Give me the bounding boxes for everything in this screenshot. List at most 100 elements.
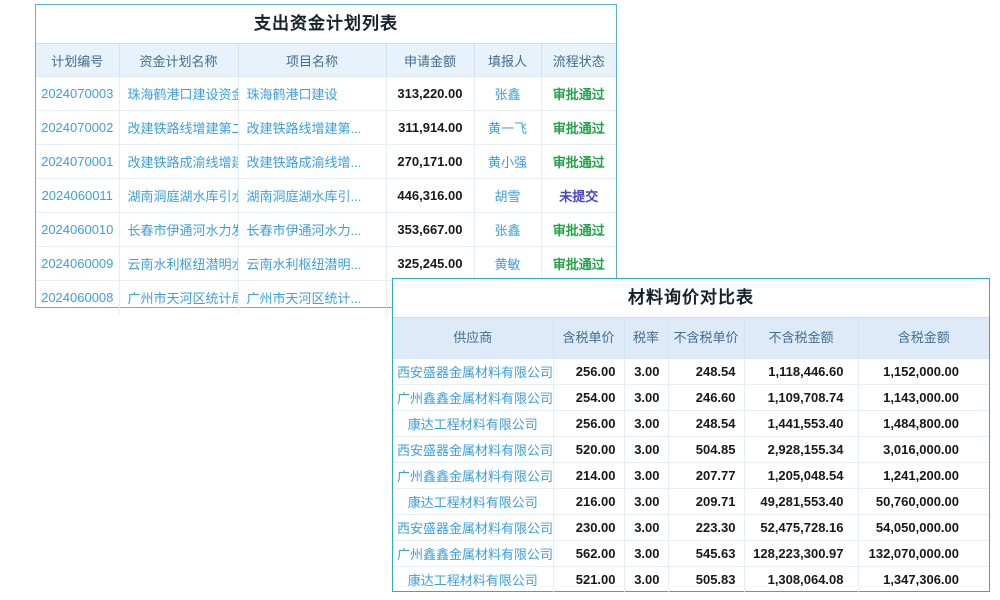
material-inquiry-tax_amount-cell: 132,070,000.00 xyxy=(858,541,989,567)
material-inquiry-net_price-cell: 223.30 xyxy=(668,515,744,541)
material-inquiry-tax_rate-cell: 3.00 xyxy=(624,463,668,489)
table-row: 2024060010长春市伊通河水力发...长春市伊通河水力...353,667… xyxy=(36,213,616,247)
material-inquiry-panel-title: 材料询价对比表 xyxy=(393,279,989,317)
expense-plan-amount-cell: 353,667.00 xyxy=(386,213,474,247)
material-inquiry-supplier-cell[interactable]: 康达工程材料有限公司 xyxy=(393,489,553,515)
expense-plan-amount-cell: 270,171.00 xyxy=(386,145,474,179)
expense-plan-project_name-cell[interactable]: 改建铁路线增建第... xyxy=(238,111,386,145)
table-row: 西安盛器金属材料有限公司520.003.00504.852,928,155.34… xyxy=(393,437,989,463)
expense-plan-plan_no-cell[interactable]: 2024060011 xyxy=(36,179,119,213)
table-row: 西安盛器金属材料有限公司230.003.00223.3052,475,728.1… xyxy=(393,515,989,541)
material-inquiry-net_amount-cell: 1,441,553.40 xyxy=(744,411,858,437)
column-header: 流程状态 xyxy=(541,44,616,77)
material-inquiry-tax_amount-cell: 1,143,000.00 xyxy=(858,385,989,411)
material-inquiry-net_price-cell: 248.54 xyxy=(668,359,744,385)
expense-plan-fund_plan_name-cell[interactable]: 湖南洞庭湖水库引水... xyxy=(119,179,238,213)
material-inquiry-supplier-cell[interactable]: 康达工程材料有限公司 xyxy=(393,567,553,593)
column-header: 税率 xyxy=(624,318,668,359)
expense-plan-reporter-cell[interactable]: 黄一飞 xyxy=(474,111,541,145)
material-inquiry-net_price-cell: 504.85 xyxy=(668,437,744,463)
material-inquiry-net_amount-cell: 1,109,708.74 xyxy=(744,385,858,411)
expense-plan-plan_no-cell[interactable]: 2024060010 xyxy=(36,213,119,247)
expense-plan-project_name-cell[interactable]: 云南水利枢纽潜明... xyxy=(238,247,386,281)
expense-plan-plan_no-cell[interactable]: 2024060009 xyxy=(36,247,119,281)
material-inquiry-tax_price-cell: 256.00 xyxy=(553,359,624,385)
table-row: 广州鑫鑫金属材料有限公司562.003.00545.63128,223,300.… xyxy=(393,541,989,567)
expense-plan-fund_plan_name-cell[interactable]: 长春市伊通河水力发... xyxy=(119,213,238,247)
expense-plan-amount-cell: 313,220.00 xyxy=(386,77,474,111)
expense-plan-reporter-cell[interactable]: 胡雪 xyxy=(474,179,541,213)
expense-plan-plan_no-cell[interactable]: 2024070002 xyxy=(36,111,119,145)
expense-plan-project_name-cell[interactable]: 湖南洞庭湖水库引... xyxy=(238,179,386,213)
material-inquiry-supplier-cell[interactable]: 广州鑫鑫金属材料有限公司 xyxy=(393,463,553,489)
expense-plan-amount-cell: 311,914.00 xyxy=(386,111,474,145)
material-inquiry-supplier-cell[interactable]: 广州鑫鑫金属材料有限公司 xyxy=(393,541,553,567)
material-inquiry-tax_amount-cell: 1,152,000.00 xyxy=(858,359,989,385)
expense-plan-plan_no-cell[interactable]: 2024070003 xyxy=(36,77,119,111)
column-header: 不含税金额 xyxy=(744,318,858,359)
expense-plan-header-row: 计划编号资金计划名称项目名称申请金额填报人流程状态 xyxy=(36,44,616,77)
material-inquiry-tax_price-cell: 256.00 xyxy=(553,411,624,437)
table-row: 西安盛器金属材料有限公司256.003.00248.541,118,446.60… xyxy=(393,359,989,385)
expense-plan-reporter-cell[interactable]: 张鑫 xyxy=(474,213,541,247)
material-inquiry-tax_amount-cell: 1,241,200.00 xyxy=(858,463,989,489)
expense-plan-plan_no-cell[interactable]: 2024060008 xyxy=(36,281,119,315)
expense-plan-status-cell[interactable]: 审批通过 xyxy=(541,145,616,179)
expense-plan-fund_plan_name-cell[interactable]: 广州市天河区统计局... xyxy=(119,281,238,315)
expense-plan-status-cell[interactable]: 审批通过 xyxy=(541,111,616,145)
table-row: 2024070001改建铁路成渝线增建...改建铁路成渝线增...270,171… xyxy=(36,145,616,179)
material-inquiry-supplier-cell[interactable]: 西安盛器金属材料有限公司 xyxy=(393,437,553,463)
expense-plan-panel-title: 支出资金计划列表 xyxy=(36,5,616,43)
material-inquiry-tax_price-cell: 254.00 xyxy=(553,385,624,411)
expense-plan-reporter-cell[interactable]: 黄小强 xyxy=(474,145,541,179)
column-header: 资金计划名称 xyxy=(119,44,238,77)
material-inquiry-net_price-cell: 545.63 xyxy=(668,541,744,567)
expense-plan-fund_plan_name-cell[interactable]: 改建铁路成渝线增建... xyxy=(119,145,238,179)
material-inquiry-header-row: 供应商含税单价税率不含税单价不含税金额含税金额 xyxy=(393,318,989,359)
expense-plan-fund_plan_name-cell[interactable]: 云南水利枢纽潜明水... xyxy=(119,247,238,281)
expense-plan-project_name-cell[interactable]: 广州市天河区统计... xyxy=(238,281,386,315)
material-inquiry-tax_price-cell: 216.00 xyxy=(553,489,624,515)
material-inquiry-supplier-cell[interactable]: 西安盛器金属材料有限公司 xyxy=(393,515,553,541)
expense-plan-status-cell[interactable]: 审批通过 xyxy=(541,77,616,111)
expense-plan-amount-cell: 325,245.00 xyxy=(386,247,474,281)
material-inquiry-tax_price-cell: 521.00 xyxy=(553,567,624,593)
material-inquiry-net_price-cell: 246.60 xyxy=(668,385,744,411)
material-inquiry-tax_rate-cell: 3.00 xyxy=(624,385,668,411)
material-inquiry-net_amount-cell: 1,118,446.60 xyxy=(744,359,858,385)
expense-plan-plan_no-cell[interactable]: 2024070001 xyxy=(36,145,119,179)
expense-plan-status-cell[interactable]: 审批通过 xyxy=(541,213,616,247)
material-inquiry-net_amount-cell: 2,928,155.34 xyxy=(744,437,858,463)
material-inquiry-tax_price-cell: 562.00 xyxy=(553,541,624,567)
column-header: 含税单价 xyxy=(553,318,624,359)
material-inquiry-tax_rate-cell: 3.00 xyxy=(624,437,668,463)
material-inquiry-table: 供应商含税单价税率不含税单价不含税金额含税金额 西安盛器金属材料有限公司256.… xyxy=(393,317,989,592)
table-row: 2024070002改建铁路线增建第二...改建铁路线增建第...311,914… xyxy=(36,111,616,145)
expense-plan-fund_plan_name-cell[interactable]: 改建铁路线增建第二... xyxy=(119,111,238,145)
column-header: 含税金额 xyxy=(858,318,989,359)
expense-plan-project_name-cell[interactable]: 长春市伊通河水力... xyxy=(238,213,386,247)
material-inquiry-tax_amount-cell: 1,347,306.00 xyxy=(858,567,989,593)
table-row: 2024070003珠海鹤港口建设资金...珠海鹤港口建设313,220.00张… xyxy=(36,77,616,111)
expense-plan-project_name-cell[interactable]: 珠海鹤港口建设 xyxy=(238,77,386,111)
expense-plan-fund_plan_name-cell[interactable]: 珠海鹤港口建设资金... xyxy=(119,77,238,111)
material-inquiry-net_amount-cell: 52,475,728.16 xyxy=(744,515,858,541)
table-row: 2024060009云南水利枢纽潜明水...云南水利枢纽潜明...325,245… xyxy=(36,247,616,281)
material-inquiry-panel: 材料询价对比表 供应商含税单价税率不含税单价不含税金额含税金额 西安盛器金属材料… xyxy=(392,278,990,592)
expense-plan-panel: 支出资金计划列表 计划编号资金计划名称项目名称申请金额填报人流程状态 20240… xyxy=(35,4,617,308)
material-inquiry-tax_amount-cell: 3,016,000.00 xyxy=(858,437,989,463)
table-row: 广州鑫鑫金属材料有限公司254.003.00246.601,109,708.74… xyxy=(393,385,989,411)
expense-plan-project_name-cell[interactable]: 改建铁路成渝线增... xyxy=(238,145,386,179)
expense-plan-status-cell[interactable]: 审批通过 xyxy=(541,247,616,281)
material-inquiry-supplier-cell[interactable]: 广州鑫鑫金属材料有限公司 xyxy=(393,385,553,411)
material-inquiry-tax_rate-cell: 3.00 xyxy=(624,411,668,437)
material-inquiry-tax_amount-cell: 1,484,800.00 xyxy=(858,411,989,437)
column-header: 申请金额 xyxy=(386,44,474,77)
expense-plan-reporter-cell[interactable]: 黄敏 xyxy=(474,247,541,281)
material-inquiry-net_price-cell: 207.77 xyxy=(668,463,744,489)
material-inquiry-supplier-cell[interactable]: 康达工程材料有限公司 xyxy=(393,411,553,437)
expense-plan-status-cell[interactable]: 未提交 xyxy=(541,179,616,213)
expense-plan-reporter-cell[interactable]: 张鑫 xyxy=(474,77,541,111)
material-inquiry-supplier-cell[interactable]: 西安盛器金属材料有限公司 xyxy=(393,359,553,385)
material-inquiry-tax_rate-cell: 3.00 xyxy=(624,567,668,593)
